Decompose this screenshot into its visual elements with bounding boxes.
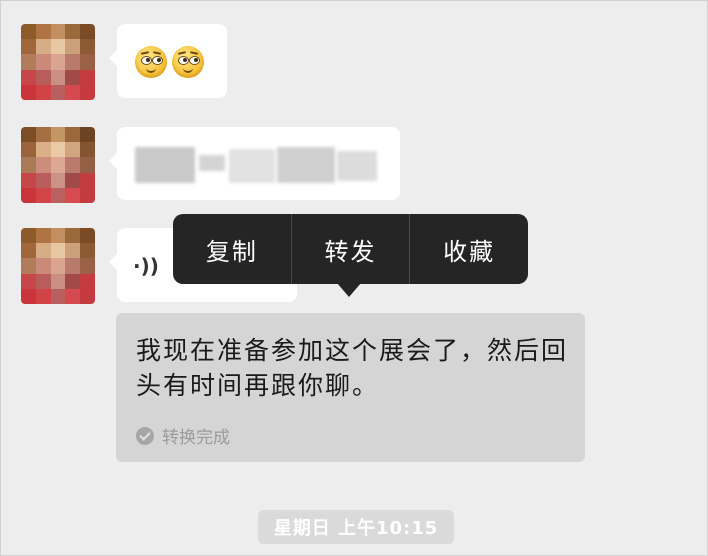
blurred-message-content [229,149,275,183]
bubble-tail [109,50,117,66]
context-menu: 复制 转发 收藏 [173,214,528,284]
blurred-message-content [337,151,377,181]
voice-transcription[interactable]: 我现在准备参加这个展会了，然后回头有时间再跟你聊。 转换完成 [116,313,585,462]
face-with-rolling-eyes-icon [172,46,204,78]
blurred-message-content [277,147,335,183]
transcription-status-label: 转换完成 [162,428,230,448]
message-bubble-text[interactable] [109,127,400,200]
menu-item-copy[interactable]: 复制 [173,214,292,284]
avatar[interactable] [21,127,95,203]
check-circle-icon [136,426,154,445]
blurred-message-content [199,155,225,171]
avatar[interactable] [21,228,95,304]
menu-item-favorite[interactable]: 收藏 [410,214,528,284]
message-bubble-emoji[interactable] [109,24,227,98]
blurred-message-content [135,147,195,183]
transcription-status: 转换完成 [136,423,230,448]
bubble-tail [109,254,117,270]
face-with-rolling-eyes-icon [135,46,167,78]
voice-wave-icon: ·)) [133,254,159,278]
context-menu-arrow [337,283,361,297]
timestamp: 星期日 上午10:15 [258,510,454,544]
transcription-text: 我现在准备参加这个展会了，然后回头有时间再跟你聊。 [136,336,569,400]
avatar[interactable] [21,24,95,100]
bubble-tail [109,153,117,169]
menu-item-forward[interactable]: 转发 [292,214,411,284]
